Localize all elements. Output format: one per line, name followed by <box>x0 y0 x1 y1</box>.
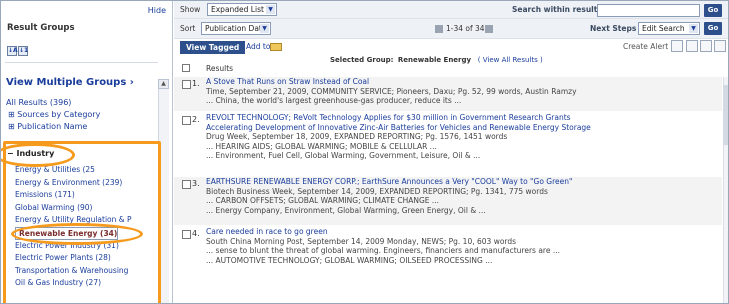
sort-count-icon[interactable]: ↓1 <box>18 46 28 56</box>
sort-icons: ↓A ↓1 <box>7 46 28 56</box>
prev-page-icon[interactable] <box>435 25 443 33</box>
result-title-link[interactable]: A Stove That Runs on Straw Instead of Co… <box>206 77 718 87</box>
group-all-results[interactable]: All Results (396) <box>6 97 156 109</box>
result-line: ... sense to blunt the threat of global … <box>206 246 561 255</box>
selected-group-name: Renewable Energy <box>397 56 472 64</box>
result-line: ... AUTOMOTIVE TECHNOLOGY; GLOBAL WARMIN… <box>206 255 493 265</box>
result-line: ... HEARING AIDS; GLOBAL WARMING; MOBILE… <box>206 141 437 151</box>
print-icon[interactable] <box>686 40 698 52</box>
result-number: 2. <box>192 115 200 124</box>
next-steps-label: Next Steps <box>590 24 637 33</box>
result-title-link[interactable]: REVOLT TECHNOLOGY; ReVolt Technology App… <box>206 113 718 123</box>
next-steps-select[interactable]: Edit Search ▼ <box>638 22 700 35</box>
create-alert-link[interactable]: Create Alert <box>623 42 668 51</box>
view-all-results-link[interactable]: ( View All Results ) <box>478 56 543 64</box>
result-line: ... Energy Company, Environment, Global … <box>206 205 486 215</box>
group-sources-by-category[interactable]: ⊞ Sources by Category <box>6 109 156 121</box>
result-item: 3. EARTHSURE RENEWABLE ENERGY CORP.; Ear… <box>174 177 722 225</box>
result-groups-panel: Hide Result Groups ↓A ↓1 View Multiple G… <box>1 1 173 303</box>
download-icon[interactable] <box>714 40 726 52</box>
hide-link[interactable]: Hide <box>148 6 166 15</box>
result-number: 3. <box>192 179 200 188</box>
search-go-button[interactable]: Go <box>704 4 722 17</box>
chevron-down-icon: ▼ <box>260 24 269 33</box>
selected-group-line: Selected Group: Renewable Energy ( View … <box>330 56 543 64</box>
results-header-label: Results <box>206 64 234 73</box>
next-steps-go-button[interactable]: Go <box>704 22 722 35</box>
show-select[interactable]: Expanded List ▼ <box>207 3 277 16</box>
toolbar-row-1: Show Expanded List ▼ Search within resul… <box>174 1 728 19</box>
view-multiple-groups-link[interactable]: View Multiple Groups › <box>6 77 134 88</box>
result-count: 1-34 of 34 <box>446 24 485 33</box>
sort-select[interactable]: Publication Date ▼ <box>201 22 271 35</box>
result-groups-title: Result Groups <box>7 23 75 33</box>
result-line: South China Morning Post, September 14, … <box>206 236 517 246</box>
result-line: ... CARBON OFFSETS; GLOBAL WARMING; CLIM… <box>206 196 440 205</box>
result-item: 2. REVOLT TECHNOLOGY; ReVolt Technology … <box>174 113 722 169</box>
result-title-link[interactable]: EARTHSURE RENEWABLE ENERGY CORP.; EarthS… <box>206 177 718 187</box>
results-header-row: Results <box>174 64 728 75</box>
result-line: Drug Week, September 18, 2009, EXPANDED … <box>206 132 508 141</box>
annotation-oval-renewable <box>11 223 143 245</box>
group-publication-name[interactable]: ⊞ Publication Name <box>6 121 156 133</box>
result-title-link[interactable]: Care needed in race to go green <box>206 227 718 237</box>
scroll-up-arrow-icon[interactable]: ▲ <box>158 79 169 89</box>
result-checkbox[interactable] <box>182 230 191 239</box>
view-tagged-button[interactable]: View Tagged <box>180 41 246 54</box>
search-within-label: Search within results <box>512 5 602 14</box>
lexisnexis-results-page: Hide Result Groups ↓A ↓1 View Multiple G… <box>0 0 729 304</box>
folder-icon[interactable] <box>270 43 282 51</box>
show-label: Show <box>180 5 201 14</box>
chevron-down-icon: ▼ <box>689 24 698 33</box>
select-all-checkbox[interactable] <box>182 64 190 72</box>
result-line: ... Environment, Fuel Cell, Global Warmi… <box>206 151 481 160</box>
result-number: 1. <box>192 79 200 88</box>
result-checkbox[interactable] <box>182 116 191 125</box>
alert-clock-icon[interactable] <box>671 40 683 52</box>
result-line: ... China, the world's largest greenhous… <box>206 96 462 105</box>
email-icon[interactable] <box>700 40 712 52</box>
result-checkbox[interactable] <box>182 180 191 189</box>
sort-label: Sort <box>180 24 196 33</box>
add-to-link[interactable]: Add to <box>246 42 270 51</box>
result-number: 4. <box>192 229 200 238</box>
result-title-link-cont[interactable]: Accelerating Development of Innovative Z… <box>206 123 718 133</box>
group-list: All Results (396) ⊞ Sources by Category … <box>6 97 156 133</box>
result-item: 1. A Stove That Runs on Straw Instead of… <box>174 77 722 111</box>
divider <box>5 62 158 63</box>
results-scrollbar-thumb[interactable] <box>723 85 728 145</box>
result-line: Biotech Business Week, September 14, 200… <box>206 186 548 196</box>
next-steps-value: Edit Search <box>642 24 685 33</box>
selected-group-prefix: Selected Group: <box>330 56 394 64</box>
sort-select-value: Publication Date <box>205 24 267 33</box>
sort-alpha-icon[interactable]: ↓A <box>7 46 18 56</box>
search-within-input[interactable] <box>597 4 700 17</box>
result-line: Time, September 21, 2009, COMMUNITY SERV… <box>206 86 577 96</box>
show-select-value: Expanded List <box>211 5 264 14</box>
result-checkbox[interactable] <box>182 80 191 89</box>
results-panel: Show Expanded List ▼ Search within resul… <box>174 1 728 303</box>
result-item: 4. Care needed in race to go green South… <box>174 227 722 277</box>
toolbar-row-2: Sort Publication Date ▼ 1-34 of 34 Next … <box>174 19 728 39</box>
chevron-down-icon: ▼ <box>266 5 275 14</box>
next-page-icon[interactable] <box>485 25 493 33</box>
